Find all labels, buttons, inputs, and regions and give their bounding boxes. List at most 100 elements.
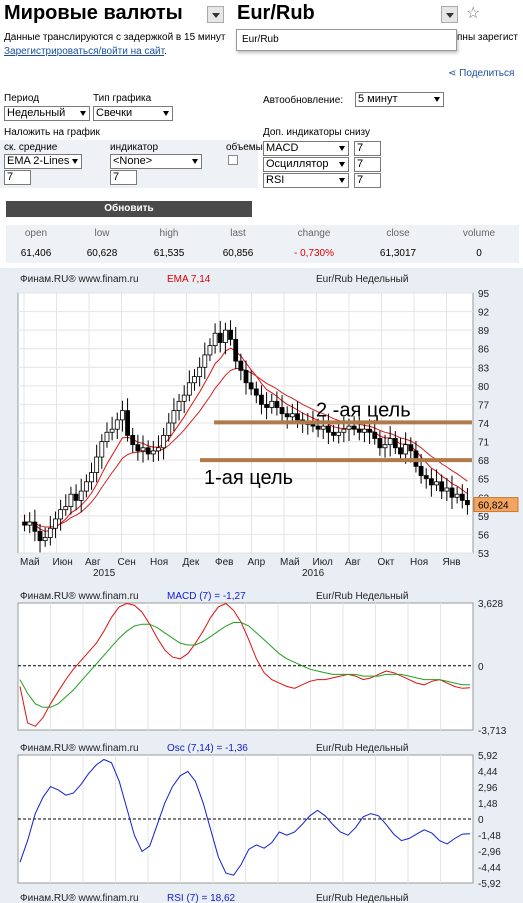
candle <box>212 332 218 347</box>
stats-header: volume <box>462 228 496 239</box>
autoupdate-select[interactable]: 5 минут <box>355 92 444 107</box>
candle <box>68 493 74 507</box>
candle <box>284 413 290 418</box>
candle <box>176 400 182 412</box>
extra-indicator-select-1[interactable]: MACD <box>263 141 349 156</box>
candle <box>78 490 84 501</box>
chart-type-select-value: Свечки <box>96 107 133 119</box>
ma-select-value: EMA 2-Lines <box>7 155 70 167</box>
search-dropdown[interactable]: Eur/Rub <box>236 29 457 51</box>
extra-indicator-param-3[interactable]: 7 <box>354 173 381 188</box>
macd-chart-indicator: MACD (7) = -1,27 <box>167 591 246 602</box>
y-tick-label: 53 <box>478 549 490 560</box>
indicator-select[interactable]: <None> <box>110 154 202 169</box>
candle <box>99 441 105 458</box>
y-tick-label: 4,44 <box>478 767 498 778</box>
y-tick-label: 5,92 <box>478 751 498 762</box>
y-tick-label: 89 <box>478 326 490 337</box>
y-tick-label: 92 <box>478 308 490 319</box>
candle <box>418 465 424 477</box>
register-link[interactable]: Зарегистрироваться/войти на сайт <box>4 46 164 57</box>
category-dropdown-button[interactable] <box>207 6 224 23</box>
y-tick-label: 86 <box>478 345 490 356</box>
candle <box>289 413 295 418</box>
instrument-title: Eur/Rub <box>237 2 315 24</box>
candle <box>465 499 470 506</box>
favorite-star-icon[interactable]: ☆ <box>466 3 480 23</box>
x-tick-label: Дек <box>183 557 200 568</box>
stats-header: close <box>386 228 410 239</box>
register-dot: . <box>164 46 167 57</box>
y-tick-label: 83 <box>478 363 490 374</box>
candle <box>166 422 172 436</box>
x-tick-label: Апр <box>248 557 266 568</box>
y-tick-label: 80 <box>478 382 490 393</box>
indicator-period-input[interactable]: 7 <box>110 170 137 185</box>
y-tick-label: 59 <box>478 512 490 523</box>
y-tick-label: 71 <box>478 438 490 449</box>
y-tick-label: 74 <box>478 419 490 430</box>
rsi-chart-indicator: RSI (7) = 18,62 <box>167 893 236 903</box>
stats-value: 60,856 <box>222 248 254 259</box>
volumes-label: объемы <box>226 142 263 153</box>
candle <box>145 447 151 455</box>
share-button[interactable]: ⋖ Поделиться <box>448 68 514 79</box>
candle <box>428 478 434 486</box>
x-tick-label: Сен <box>118 557 136 568</box>
stats-value: 0 <box>476 248 482 259</box>
share-icon: ⋖ <box>448 68 457 79</box>
candle <box>269 400 275 408</box>
candle <box>341 428 347 433</box>
candle <box>382 444 388 449</box>
page-title: Мировые валюты <box>4 2 183 24</box>
candle <box>109 428 115 433</box>
y-tick-label: 77 <box>478 400 490 411</box>
candle <box>264 404 269 408</box>
instrument-dropdown-button[interactable] <box>441 6 458 23</box>
x-tick-label: Ноя <box>150 557 168 568</box>
candle <box>58 509 64 520</box>
extra-indicator-param-1[interactable]: 7 <box>354 141 381 156</box>
chart-type-select[interactable]: Свечки <box>93 106 173 121</box>
rsi-chart-title: Eur/Rub Недельный <box>316 893 408 903</box>
candle <box>125 410 130 436</box>
stats-value: - 0,730% <box>293 248 335 259</box>
update-button[interactable]: Обновить <box>6 201 252 217</box>
candle <box>279 407 285 415</box>
x-tick-label: Июл <box>313 557 333 568</box>
candle <box>259 394 264 405</box>
extra-indicator-select-2[interactable]: Осциллятор <box>263 157 349 172</box>
candle <box>171 410 177 424</box>
candle <box>449 487 455 498</box>
candle <box>459 493 465 501</box>
candle <box>47 527 53 538</box>
period-select[interactable]: Недельный <box>4 106 90 121</box>
candle <box>228 329 233 340</box>
extra-indicator-param-2[interactable]: 7 <box>354 157 381 172</box>
stats-header: high <box>159 228 179 239</box>
osc-chart: Финам.RU® www.finam.ru Osc (7,14) = -1,3… <box>17 743 501 888</box>
volumes-checkbox[interactable] <box>228 155 238 165</box>
candle <box>253 388 259 396</box>
y-tick-label: 68 <box>478 456 490 467</box>
candle <box>351 425 357 430</box>
candle <box>439 481 445 492</box>
price-chart-indicator: EMA 7,14 <box>167 274 211 285</box>
ma-period-input[interactable]: 7 <box>4 170 31 185</box>
ma-select[interactable]: EMA 2-Lines <box>4 154 82 169</box>
osc-chart-title: Eur/Rub Недельный <box>316 743 408 754</box>
candle <box>315 425 321 430</box>
year-label: 2016 <box>302 568 325 579</box>
target-label-1: 1-ая цель <box>204 467 293 489</box>
price-chart-title: Eur/Rub Недельный <box>316 274 408 285</box>
autoupdate-select-value: 5 минут <box>358 93 398 105</box>
candle <box>243 369 249 384</box>
candle <box>150 450 156 455</box>
candle <box>403 444 409 455</box>
extra-indicator-select-3[interactable]: RSI <box>263 173 349 188</box>
candle <box>372 431 378 439</box>
candle <box>367 428 372 433</box>
period-label: Период <box>4 93 40 104</box>
candle <box>156 447 161 452</box>
stats-value: 61,535 <box>153 248 185 259</box>
